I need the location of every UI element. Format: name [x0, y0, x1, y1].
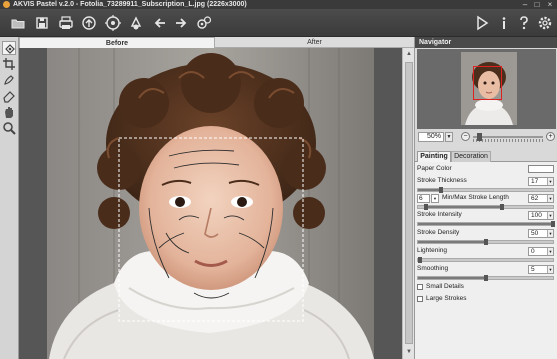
stroke-thickness-slider[interactable] — [417, 187, 554, 193]
chevron-down-icon[interactable]: ▼ — [547, 248, 553, 255]
paper-color-swatch[interactable] — [528, 165, 554, 173]
chevron-down-icon[interactable]: ▼ — [547, 178, 553, 185]
stroke-intensity-input[interactable]: 100 ▼ — [528, 211, 554, 220]
zoom-in-icon[interactable]: + — [546, 132, 555, 141]
stroke-intensity-slider[interactable] — [417, 221, 555, 227]
minimize-icon[interactable]: – — [520, 0, 530, 9]
stroke-thickness-label: Stroke Thickness — [417, 177, 467, 184]
stroke-length-max-input[interactable]: 62 ▼ — [528, 194, 554, 203]
maximize-icon[interactable]: □ — [532, 0, 542, 9]
tab-decoration[interactable]: Decoration — [451, 151, 491, 162]
lightening-slider[interactable] — [417, 257, 554, 263]
scroll-up-icon[interactable]: ▲ — [405, 50, 413, 58]
settings-icon[interactable] — [536, 14, 554, 32]
view-tabs: Before After — [19, 37, 414, 48]
zoom-slider-ticks — [473, 139, 543, 142]
paper-color-row: Paper Color — [417, 164, 556, 174]
presets-icon[interactable] — [104, 14, 122, 32]
stroke-intensity-label: Stroke Intensity — [417, 211, 462, 218]
share-icon[interactable] — [80, 14, 98, 32]
zoom-out-icon[interactable]: − — [461, 132, 470, 141]
settings-tabs: Painting Decoration — [415, 151, 557, 162]
window-title: AKVIS Pastel v.2.0 - Fotolia_73289911_Su… — [13, 1, 247, 8]
stroke-thickness-input[interactable]: 17 ▼ — [528, 177, 554, 186]
print-icon[interactable] — [57, 14, 75, 32]
stroke-density-label: Stroke Density — [417, 229, 460, 236]
slider-knob[interactable] — [483, 239, 488, 245]
chevron-down-icon[interactable]: ▼ — [547, 230, 553, 237]
chevron-down-icon[interactable]: ▼ — [431, 194, 439, 203]
settings-panel: Navigator 50% ▼ − + Painting Decoration … — [414, 37, 557, 359]
large-strokes-row[interactable]: Large Strokes — [417, 294, 556, 304]
image-canvas[interactable] — [19, 48, 402, 359]
hand-icon[interactable] — [2, 41, 16, 55]
slider-knob[interactable] — [418, 257, 422, 263]
stroke-length-min-input[interactable]: 6 — [417, 194, 430, 203]
tools-panel — [0, 37, 19, 359]
zoom-input[interactable]: 50% — [418, 132, 444, 142]
smoothing-row: Smoothing 5 ▼ — [417, 264, 556, 274]
stroke-length-label: Min/Max Stroke Length — [442, 194, 509, 201]
small-details-row[interactable]: Small Details — [417, 282, 556, 292]
stroke-density-slider[interactable] — [417, 239, 554, 245]
zoom-icon[interactable] — [2, 121, 16, 135]
stroke-length-slider[interactable] — [417, 204, 554, 210]
lightening-input[interactable]: 0 ▼ — [528, 247, 554, 256]
pan-icon[interactable] — [2, 105, 16, 119]
toolbar — [0, 9, 557, 37]
large-strokes-label: Large Strokes — [426, 295, 467, 302]
navigator-title: Navigator — [415, 37, 557, 48]
info-icon[interactable] — [495, 14, 513, 32]
stroke-intensity-row: Stroke Intensity 100 ▼ — [417, 210, 556, 220]
help-icon[interactable] — [515, 14, 533, 32]
small-details-checkbox[interactable] — [417, 284, 423, 290]
smoothing-label: Smoothing — [417, 265, 449, 272]
zoom-slider[interactable] — [473, 136, 543, 138]
painting-parameters: Paper Color Stroke Thickness 17 ▼ 6 ▼ Min… — [415, 162, 557, 359]
canvas-scrollbar[interactable]: ▲ ▼ — [402, 48, 414, 359]
chevron-down-icon[interactable]: ▼ — [547, 195, 553, 202]
stroke-density-input[interactable]: 50 ▼ — [528, 229, 554, 238]
tab-before[interactable]: Before — [19, 37, 215, 48]
lightening-label: Lightening — [417, 247, 447, 254]
zoom-controls: 50% ▼ − + — [415, 130, 557, 144]
scroll-thumb[interactable] — [405, 62, 413, 344]
navigator-preview[interactable] — [417, 49, 556, 129]
chevron-down-icon[interactable]: ▼ — [547, 212, 553, 219]
title-bar: AKVIS Pastel v.2.0 - Fotolia_73289911_Su… — [0, 0, 557, 9]
smoothing-slider[interactable] — [417, 275, 554, 281]
zoom-slider-handle[interactable] — [476, 133, 482, 141]
smoothing-input[interactable]: 5 ▼ — [528, 265, 554, 274]
tab-painting[interactable]: Painting — [417, 151, 451, 162]
open-icon[interactable] — [9, 14, 27, 32]
zoom-dropdown-icon[interactable]: ▼ — [445, 132, 453, 142]
scroll-down-icon[interactable]: ▼ — [405, 348, 413, 356]
chevron-down-icon[interactable]: ▼ — [547, 266, 553, 273]
app-logo-icon — [3, 1, 10, 8]
photo — [19, 48, 402, 359]
eraser-icon[interactable] — [2, 89, 16, 103]
run-icon[interactable] — [473, 14, 491, 32]
brush-icon[interactable] — [2, 73, 16, 87]
paper-color-label: Paper Color — [417, 165, 452, 172]
large-strokes-checkbox[interactable] — [417, 296, 423, 302]
close-icon[interactable]: × — [545, 0, 555, 9]
navigator-view-frame[interactable] — [473, 66, 502, 100]
lightening-row: Lightening 0 ▼ — [417, 246, 556, 256]
stroke-thickness-row: Stroke Thickness 17 ▼ — [417, 176, 556, 186]
small-details-label: Small Details — [426, 283, 464, 290]
crop-icon[interactable] — [2, 57, 16, 71]
save-icon[interactable] — [33, 14, 51, 32]
batch-icon[interactable] — [195, 14, 213, 32]
app-window: AKVIS Pastel v.2.0 - Fotolia_73289911_Su… — [0, 0, 557, 359]
slider-knob[interactable] — [551, 221, 555, 227]
stroke-length-row: 6 ▼ Min/Max Stroke Length 62 ▼ — [417, 193, 556, 203]
undo-icon[interactable] — [151, 14, 169, 32]
slider-knob[interactable] — [483, 275, 488, 281]
presets-save-icon[interactable] — [127, 14, 145, 32]
stroke-density-row: Stroke Density 50 ▼ — [417, 228, 556, 238]
tab-after[interactable]: After — [215, 37, 414, 48]
redo-icon[interactable] — [172, 14, 190, 32]
